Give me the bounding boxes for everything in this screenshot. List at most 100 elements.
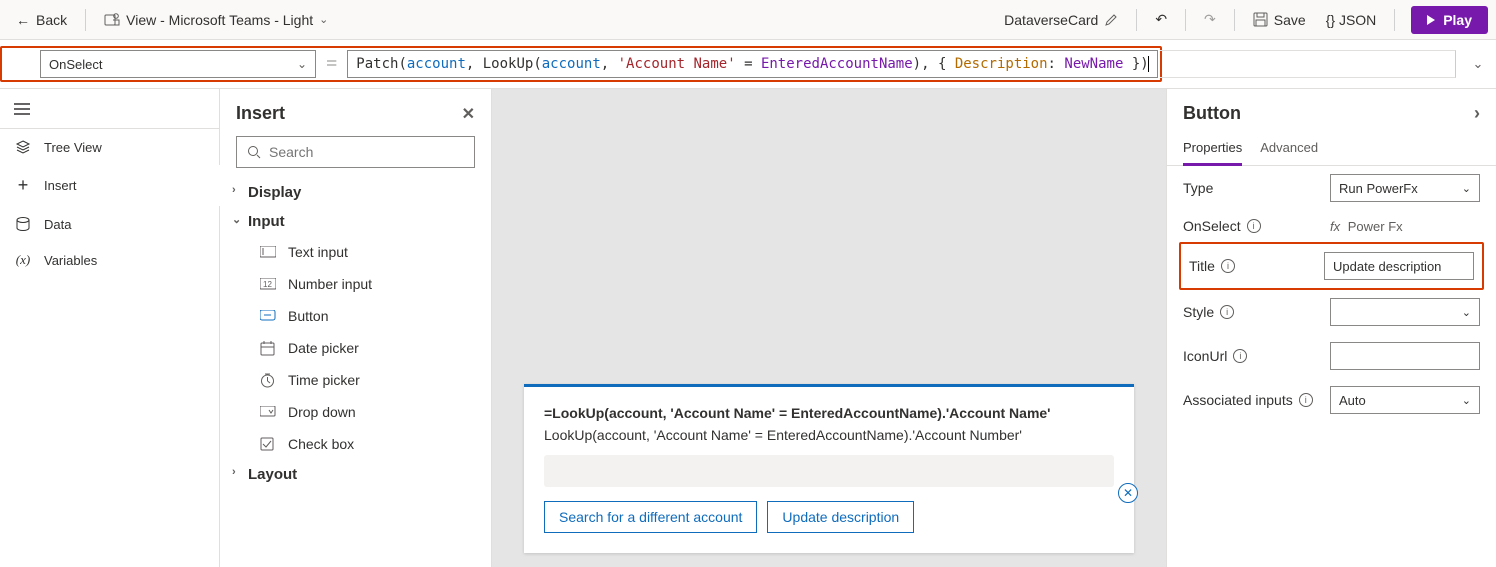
- formula-token: =: [736, 56, 761, 72]
- edit-icon: [1104, 13, 1118, 27]
- insert-check-box[interactable]: Check box: [220, 428, 491, 460]
- insert-date-picker[interactable]: Date picker: [220, 332, 491, 364]
- tab-properties[interactable]: Properties: [1183, 130, 1242, 166]
- save-label: Save: [1274, 12, 1306, 28]
- left-rail: Tree View + Insert Data (x) Variables: [0, 89, 220, 567]
- insert-number-input[interactable]: 12 Number input: [220, 268, 491, 300]
- save-button[interactable]: Save: [1245, 8, 1314, 32]
- iconurl-input[interactable]: [1330, 342, 1480, 370]
- formula-token: :: [1048, 56, 1065, 72]
- save-icon: [1253, 12, 1268, 27]
- redo-button: ↷: [1196, 7, 1224, 32]
- type-dropdown[interactable]: Run PowerFx ⌄: [1330, 174, 1480, 202]
- toolbar-separator: [1394, 9, 1395, 31]
- insert-item-label: Text input: [288, 244, 348, 260]
- formula-input[interactable]: Patch(account, LookUp(account, 'Account …: [347, 50, 1157, 78]
- close-icon[interactable]: ✕: [1118, 483, 1138, 503]
- update-description-button[interactable]: Update description: [767, 501, 914, 533]
- rail-item-tree-view[interactable]: Tree View: [0, 129, 219, 165]
- category-layout[interactable]: › Layout: [220, 460, 491, 489]
- insert-text-input[interactable]: Text input: [220, 236, 491, 268]
- properties-pane: Button › Properties Advanced Type Run Po…: [1166, 89, 1496, 567]
- title-input[interactable]: Update description: [1324, 252, 1474, 280]
- prop-row-type: Type Run PowerFx ⌄: [1167, 166, 1496, 210]
- caret: [1148, 56, 1149, 72]
- fx-icon: fx: [1330, 219, 1340, 234]
- undo-icon: ↶: [1155, 11, 1167, 28]
- calendar-icon: [260, 341, 276, 356]
- toolbar-separator: [1234, 9, 1235, 31]
- formula-overflow: [1160, 50, 1456, 78]
- insert-time-picker[interactable]: Time picker: [220, 364, 491, 396]
- undo-button[interactable]: ↶: [1147, 7, 1175, 32]
- formula-highlight: OnSelect ⌄ = Patch(account, LookUp(accou…: [0, 46, 1162, 82]
- chevron-right-icon[interactable]: ›: [1474, 103, 1480, 124]
- info-icon[interactable]: i: [1247, 219, 1261, 233]
- chevron-down-icon: ⌄: [1462, 394, 1471, 407]
- formula-token: }): [1123, 56, 1148, 72]
- card-input-field[interactable]: [544, 455, 1114, 487]
- props-title: Button: [1183, 103, 1241, 124]
- category-label: Display: [248, 184, 301, 201]
- formula-token: EnteredAccountName: [761, 56, 913, 72]
- card-name[interactable]: DataverseCard: [996, 8, 1126, 32]
- insert-title: Insert: [236, 103, 285, 124]
- prop-value: Auto: [1339, 393, 1366, 408]
- insert-button[interactable]: Button: [220, 300, 491, 332]
- category-label: Layout: [248, 466, 297, 483]
- tab-advanced[interactable]: Advanced: [1260, 130, 1318, 165]
- rail-item-insert[interactable]: + Insert: [0, 165, 220, 206]
- insert-drop-down[interactable]: Drop down: [220, 396, 491, 428]
- rail-item-variables[interactable]: (x) Variables: [0, 242, 219, 278]
- card-subtext: LookUp(account, 'Account Name' = Entered…: [544, 427, 1114, 443]
- prop-label-title: Title: [1189, 258, 1215, 274]
- rail-item-data[interactable]: Data: [0, 206, 219, 242]
- teams-icon: [104, 12, 120, 28]
- chevron-down-icon: ⌄: [1473, 56, 1484, 72]
- info-icon[interactable]: i: [1233, 349, 1247, 363]
- chevron-down-icon: ⌄: [1462, 182, 1471, 195]
- layers-icon: [14, 139, 32, 155]
- style-dropdown[interactable]: ⌄: [1330, 298, 1480, 326]
- plus-icon: +: [14, 175, 32, 196]
- hamburger-icon: [14, 102, 30, 116]
- json-button[interactable]: {} JSON: [1318, 8, 1385, 32]
- insert-item-label: Time picker: [288, 372, 360, 388]
- toolbar-separator: [85, 9, 86, 31]
- info-icon[interactable]: i: [1220, 305, 1234, 319]
- insert-search[interactable]: [236, 136, 475, 168]
- design-canvas[interactable]: =LookUp(account, 'Account Name' = Entere…: [492, 89, 1166, 567]
- redo-icon: ↷: [1204, 11, 1216, 28]
- checkbox-icon: [260, 437, 276, 451]
- button-icon: [260, 310, 276, 322]
- rail-hamburger[interactable]: [0, 89, 219, 129]
- prop-label-style: Style: [1183, 304, 1214, 320]
- formula-token: ), {: [913, 56, 955, 72]
- category-display[interactable]: › Display: [220, 178, 491, 207]
- prop-label-onselect: OnSelect: [1183, 218, 1241, 234]
- card-preview[interactable]: =LookUp(account, 'Account Name' = Entere…: [524, 384, 1134, 553]
- formula-token: , LookUp(: [466, 56, 542, 72]
- back-button[interactable]: ← Back: [8, 8, 75, 32]
- formula-expand-button[interactable]: ⌄: [1466, 56, 1490, 72]
- number-input-icon: 12: [260, 278, 276, 290]
- prop-row-iconurl: IconUrli: [1167, 334, 1496, 378]
- formula-bar: OnSelect ⌄ = Patch(account, LookUp(accou…: [0, 40, 1496, 89]
- view-switcher[interactable]: View - Microsoft Teams - Light ⌄: [96, 8, 336, 32]
- formula-token: Patch: [356, 56, 398, 72]
- top-toolbar: ← Back View - Microsoft Teams - Light ⌄ …: [0, 0, 1496, 40]
- associated-inputs-dropdown[interactable]: Auto ⌄: [1330, 386, 1480, 414]
- search-different-account-button[interactable]: Search for a different account: [544, 501, 757, 533]
- info-icon[interactable]: i: [1299, 393, 1313, 407]
- chevron-down-icon: ⌄: [1462, 306, 1471, 319]
- category-input[interactable]: ⌄ Input: [220, 207, 491, 236]
- equals-icon: =: [326, 53, 337, 76]
- formula-token: 'Account Name': [618, 56, 736, 72]
- play-button[interactable]: Play: [1411, 6, 1488, 34]
- insert-item-label: Drop down: [288, 404, 356, 420]
- close-icon[interactable]: ✕: [462, 104, 475, 124]
- variable-icon: (x): [14, 252, 32, 268]
- search-input[interactable]: [269, 144, 464, 160]
- info-icon[interactable]: i: [1221, 259, 1235, 273]
- property-selector[interactable]: OnSelect ⌄: [40, 50, 316, 78]
